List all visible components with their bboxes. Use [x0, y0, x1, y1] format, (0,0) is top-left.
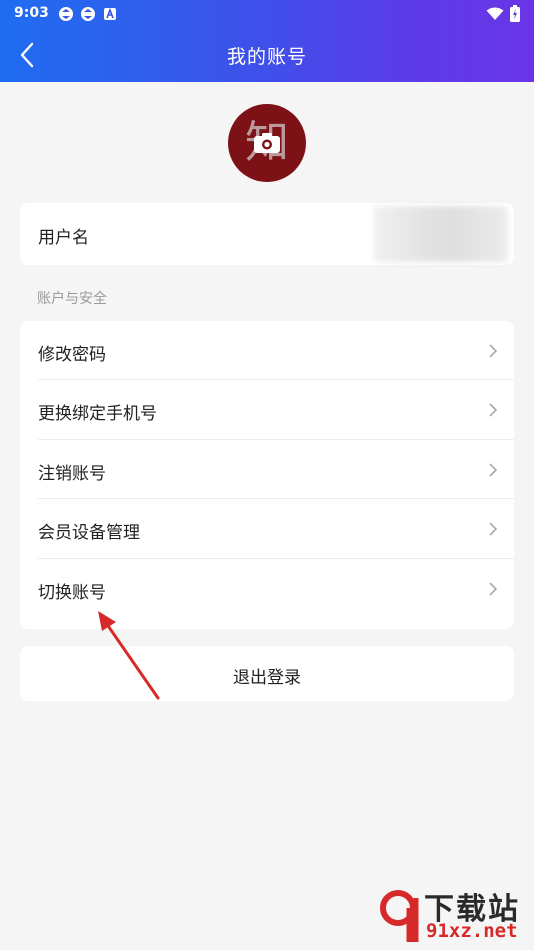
- battery-icon: [510, 5, 520, 22]
- status-bar: 9:03: [0, 0, 534, 28]
- status-icons-right: [486, 5, 520, 22]
- chevron-right-icon: [489, 522, 498, 536]
- username-value-redacted: [374, 206, 508, 262]
- menu-item-change-phone[interactable]: 更换绑定手机号: [20, 380, 514, 440]
- page-title: 我的账号: [226, 46, 307, 68]
- top-bar: 9:03 我的账号: [0, 0, 534, 82]
- menu-item-label: 切换账号: [38, 582, 106, 603]
- username-label: 用户名: [38, 228, 89, 248]
- menu-item-change-password[interactable]: 修改密码: [20, 321, 514, 381]
- menu-item-label: 会员设备管理: [38, 523, 140, 544]
- account-security-menu: 修改密码 更换绑定手机号 注销账号 会员设备管理 切换账号: [20, 321, 514, 629]
- watermark: 下载站 91xz.net: [380, 884, 530, 946]
- avatar[interactable]: 知: [228, 104, 306, 182]
- menu-item-label: 注销账号: [38, 463, 106, 484]
- chevron-right-icon: [489, 344, 498, 358]
- section-title-account-security: 账户与安全: [37, 291, 107, 307]
- chevron-right-icon: [489, 582, 498, 596]
- sync-icon: [81, 7, 95, 21]
- chevron-right-icon: [489, 463, 498, 477]
- chevron-right-icon: [489, 403, 498, 417]
- wifi-icon: [486, 7, 504, 20]
- camera-icon: [254, 133, 280, 153]
- watermark-logo-icon: [380, 890, 419, 942]
- menu-item-label: 修改密码: [38, 345, 106, 365]
- status-icons-left: [58, 6, 118, 22]
- sync-icon: [59, 7, 73, 21]
- status-time: 9:03: [14, 5, 49, 21]
- watermark-url: 91xz.net: [426, 920, 518, 942]
- menu-item-device-management[interactable]: 会员设备管理: [20, 499, 514, 559]
- username-card[interactable]: 用户名: [20, 203, 514, 265]
- annotation-arrow-icon: [98, 611, 160, 700]
- notification-a-icon: [104, 7, 116, 20]
- menu-item-deactivate-account[interactable]: 注销账号: [20, 440, 514, 500]
- menu-item-label: 更换绑定手机号: [38, 404, 157, 425]
- nav-bar: 我的账号: [0, 30, 534, 80]
